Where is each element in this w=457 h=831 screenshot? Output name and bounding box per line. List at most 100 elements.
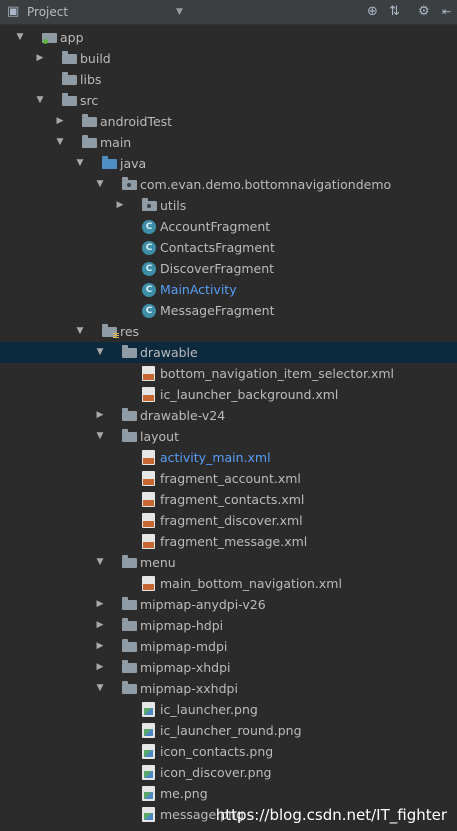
expand-arrow-down-icon[interactable]: ▼ bbox=[93, 342, 107, 363]
expand-arrow-down-icon[interactable]: ▼ bbox=[73, 321, 87, 342]
tree-item-label: activity_main.xml bbox=[160, 450, 271, 465]
tree-item[interactable]: ic_launcher.png bbox=[0, 699, 457, 720]
png-file-icon bbox=[142, 744, 155, 759]
hide-icon[interactable]: ⇤ bbox=[442, 4, 451, 20]
tree-item[interactable]: ▶ mipmap-mdpi bbox=[0, 636, 457, 657]
tree-item[interactable]: ▶ build bbox=[0, 48, 457, 69]
expand-arrow-right-icon[interactable]: ▶ bbox=[93, 594, 107, 615]
folder-icon bbox=[122, 345, 137, 358]
tree-item[interactable]: ic_launcher_background.xml bbox=[0, 384, 457, 405]
tree-item-label: AccountFragment bbox=[160, 219, 271, 234]
expand-arrow-down-icon[interactable]: ▼ bbox=[93, 552, 107, 573]
chevron-down-icon[interactable]: ▼ bbox=[176, 4, 183, 20]
project-tree: ▼ app ▶ build libs ▼ src ▶ androidTest ▼ main ▼ java… bbox=[0, 25, 457, 831]
folder-icon bbox=[122, 639, 137, 652]
expand-arrow-right-icon[interactable]: ▶ bbox=[53, 111, 67, 132]
expand-arrow-right-icon[interactable]: ▶ bbox=[93, 636, 107, 657]
expand-arrow-down-icon[interactable]: ▼ bbox=[33, 90, 47, 111]
project-view-icon: ▣ bbox=[7, 4, 20, 19]
tree-item[interactable]: ▼ java bbox=[0, 153, 457, 174]
tree-item-label: src bbox=[80, 93, 99, 108]
tree-item[interactable]: ▶ drawable-v24 bbox=[0, 405, 457, 426]
package-icon bbox=[142, 198, 157, 211]
tree-item-label: MainActivity bbox=[160, 282, 237, 297]
tree-item[interactable]: ▼ mipmap-xxhdpi bbox=[0, 678, 457, 699]
tree-item[interactable]: fragment_message.xml bbox=[0, 531, 457, 552]
xml-file-icon bbox=[142, 492, 155, 507]
folder-icon bbox=[82, 135, 97, 148]
tree-item[interactable]: main_bottom_navigation.xml bbox=[0, 573, 457, 594]
tree-item[interactable]: C AccountFragment bbox=[0, 216, 457, 237]
tree-item[interactable]: ▼ menu bbox=[0, 552, 457, 573]
tree-item[interactable]: fragment_account.xml bbox=[0, 468, 457, 489]
tree-item[interactable]: ic_launcher_round.png bbox=[0, 720, 457, 741]
tree-item[interactable]: C DiscoverFragment bbox=[0, 258, 457, 279]
folder-icon bbox=[122, 597, 137, 610]
expand-arrow-right-icon[interactable]: ▶ bbox=[33, 48, 47, 69]
tree-item[interactable]: ▼ src bbox=[0, 90, 457, 111]
expand-arrow-down-icon[interactable]: ▼ bbox=[13, 27, 27, 48]
expand-arrow-down-icon[interactable]: ▼ bbox=[93, 426, 107, 447]
tree-item[interactable]: ▼ drawable bbox=[0, 342, 457, 363]
tree-item-label: MessageFragment bbox=[160, 303, 275, 318]
gear-icon[interactable]: ⚙ bbox=[418, 4, 430, 20]
png-file-icon bbox=[142, 723, 155, 738]
expand-arrow-down-icon[interactable]: ▼ bbox=[93, 678, 107, 699]
tree-item[interactable]: bottom_navigation_item_selector.xml bbox=[0, 363, 457, 384]
tree-item[interactable]: me.png bbox=[0, 783, 457, 804]
tree-item[interactable]: ▼ layout bbox=[0, 426, 457, 447]
tree-item[interactable]: ▶ mipmap-hdpi bbox=[0, 615, 457, 636]
tree-item[interactable]: ▼ com.evan.demo.bottomnavigationdemo bbox=[0, 174, 457, 195]
folder-icon bbox=[62, 93, 77, 106]
xml-file-icon bbox=[142, 450, 155, 465]
tree-item[interactable]: libs bbox=[0, 69, 457, 90]
tree-item[interactable]: ▶ mipmap-xhdpi bbox=[0, 657, 457, 678]
png-file-icon bbox=[142, 765, 155, 780]
folder-icon bbox=[122, 408, 137, 421]
expand-arrow-right-icon[interactable]: ▶ bbox=[93, 615, 107, 636]
class-icon: C bbox=[142, 283, 156, 297]
tree-item[interactable]: ▶ utils bbox=[0, 195, 457, 216]
xml-file-icon bbox=[142, 513, 155, 528]
tree-item[interactable]: ▼ app bbox=[0, 27, 457, 48]
tree-item-label: layout bbox=[140, 429, 180, 444]
expand-arrow-down-icon[interactable]: ▼ bbox=[73, 153, 87, 174]
tree-item-label: bottom_navigation_item_selector.xml bbox=[160, 366, 394, 381]
project-toolbar: ▣ Project ▼ ⊕ ⇅ ⚙ ⇤ bbox=[0, 0, 457, 25]
locate-icon[interactable]: ⊕ bbox=[367, 4, 378, 20]
expand-arrow-right-icon[interactable]: ▶ bbox=[93, 657, 107, 678]
module-folder-icon bbox=[42, 33, 57, 44]
expand-arrow-right-icon[interactable]: ▶ bbox=[93, 405, 107, 426]
png-file-icon bbox=[142, 786, 155, 801]
tree-item[interactable]: ▼ main bbox=[0, 132, 457, 153]
expand-arrow-down-icon[interactable]: ▼ bbox=[53, 132, 67, 153]
tree-item-label: libs bbox=[80, 72, 102, 87]
folder-icon bbox=[122, 618, 137, 631]
expand-arrow-down-icon[interactable]: ▼ bbox=[93, 174, 107, 195]
class-icon: C bbox=[142, 262, 156, 276]
xml-file-icon bbox=[142, 576, 155, 591]
tree-item[interactable]: ▼ res bbox=[0, 321, 457, 342]
tree-item[interactable]: ▶ androidTest bbox=[0, 111, 457, 132]
xml-file-icon bbox=[142, 387, 155, 402]
package-icon bbox=[122, 177, 137, 190]
tree-item[interactable]: icon_contacts.png bbox=[0, 741, 457, 762]
tree-item[interactable]: ▶ mipmap-anydpi-v26 bbox=[0, 594, 457, 615]
tree-item-label: ic_launcher_round.png bbox=[160, 723, 302, 738]
tree-item[interactable]: C MessageFragment bbox=[0, 300, 457, 321]
tree-item[interactable]: activity_main.xml bbox=[0, 447, 457, 468]
expand-arrow-right-icon[interactable]: ▶ bbox=[113, 195, 127, 216]
project-view-title[interactable]: Project bbox=[27, 4, 68, 20]
folder-icon bbox=[122, 681, 137, 694]
tree-item[interactable]: C MainActivity bbox=[0, 279, 457, 300]
collapse-all-icon[interactable]: ⇅ bbox=[389, 4, 400, 20]
tree-item-label: res bbox=[120, 324, 140, 339]
tree-item[interactable]: icon_discover.png bbox=[0, 762, 457, 783]
tree-item[interactable]: fragment_contacts.xml bbox=[0, 489, 457, 510]
tree-item-label: fragment_contacts.xml bbox=[160, 492, 305, 507]
tree-item[interactable]: C ContactsFragment bbox=[0, 237, 457, 258]
folder-icon bbox=[82, 114, 97, 127]
tree-item-label: icon_discover.png bbox=[160, 765, 272, 780]
tree-item[interactable]: fragment_discover.xml bbox=[0, 510, 457, 531]
resource-folder-icon bbox=[102, 324, 119, 339]
